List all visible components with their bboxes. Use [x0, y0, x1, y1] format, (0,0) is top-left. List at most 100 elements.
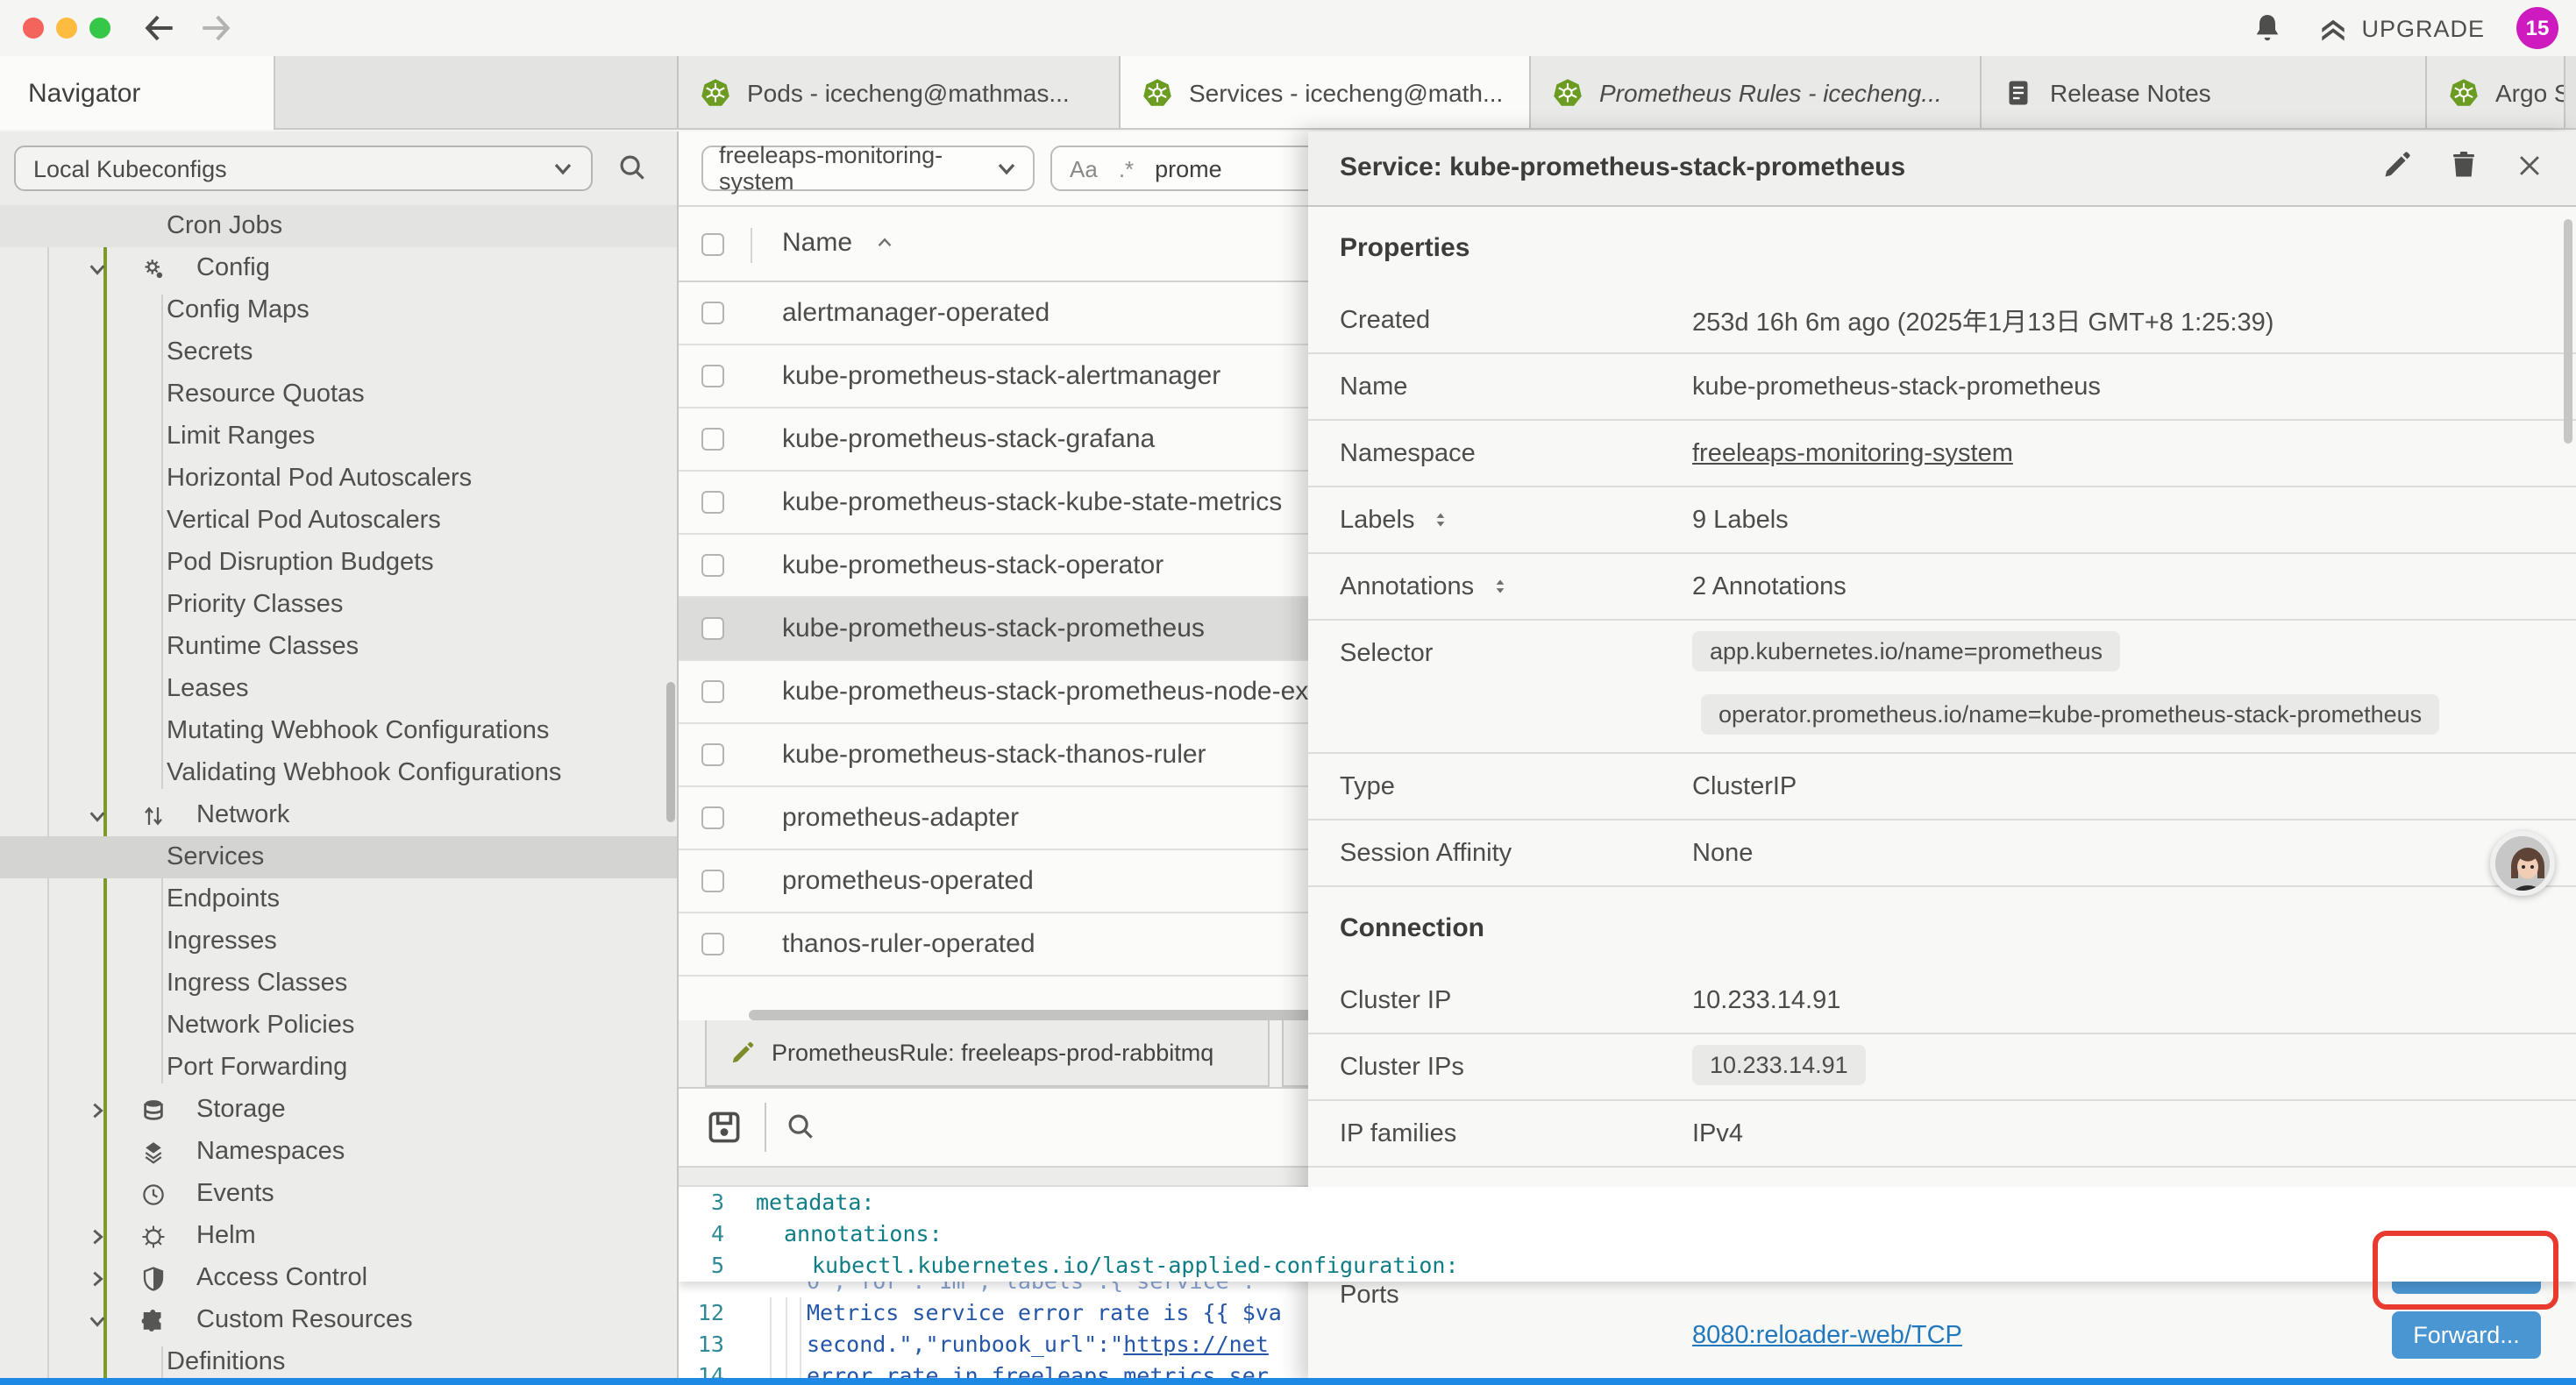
row-checkbox[interactable] [701, 302, 724, 324]
history-forward-button[interactable] [196, 9, 235, 47]
forward-button-2[interactable]: Forward... [2392, 1311, 2541, 1359]
detail-header: Service: kube-prometheus-stack-prometheu… [1308, 131, 2576, 207]
sidebar-item-label: Pod Disruption Budgets [167, 549, 434, 577]
name-column-header[interactable]: Name [782, 228, 896, 258]
kubeconfig-select[interactable]: Local Kubeconfigs [14, 146, 593, 191]
close-icon[interactable] [2515, 150, 2544, 180]
service-name: kube-prometheus-stack-kube-state-metrics [782, 487, 1282, 517]
sidebar-item-ingress-classes[interactable]: Ingress Classes [0, 962, 679, 1005]
sidebar-item-network-policies[interactable]: Network Policies [0, 1005, 679, 1047]
sidebar-item-validating-webhook-configurations[interactable]: Validating Webhook Configurations [0, 752, 679, 794]
kubeconfig-select-value: Local Kubeconfigs [33, 155, 227, 181]
sidebar-search-icon[interactable] [616, 151, 649, 184]
select-all-checkbox[interactable] [701, 233, 724, 256]
sidebar-item-port-forwarding[interactable]: Port Forwarding [0, 1047, 679, 1089]
section-heading-properties: Properties [1308, 207, 2576, 288]
row-checkbox[interactable] [701, 491, 724, 514]
edit-pencil-icon[interactable] [2381, 149, 2413, 181]
namespace-link[interactable]: freeleaps-monitoring-system [1692, 439, 2013, 467]
sort-ascending-icon [873, 231, 896, 254]
window-close-button[interactable] [23, 18, 44, 39]
sidebar-item-custom-resources[interactable]: Custom Resources [0, 1299, 679, 1341]
tab-services-icecheng-math[interactable]: Services - icecheng@math...✕ [1121, 56, 1531, 128]
sidebar-item-helm[interactable]: Helm [0, 1215, 679, 1257]
sidebar-item-events[interactable]: Events [0, 1173, 679, 1215]
sidebar-item-ingresses[interactable]: Ingresses [0, 920, 679, 962]
sidebar-item-namespaces[interactable]: Namespaces [0, 1131, 679, 1173]
service-name: prometheus-operated [782, 866, 1034, 896]
delete-trash-icon[interactable] [2448, 149, 2480, 181]
tab-pods-icecheng-mathmas[interactable]: Pods - icecheng@mathmas... [679, 56, 1121, 128]
tab-label: Pods - icecheng@mathmas... [747, 78, 1070, 106]
row-checkbox[interactable] [701, 743, 724, 766]
filter-value: prome [1155, 155, 1222, 181]
sidebar-item-limit-ranges[interactable]: Limit Ranges [0, 416, 679, 458]
detail-scrollbar[interactable] [2564, 219, 2572, 444]
code-text: kubectl.kubernetes.io/last-applied-confi… [812, 1250, 1459, 1282]
sidebar-item-leases[interactable]: Leases [0, 668, 679, 710]
sidebar-item-label: Leases [167, 675, 249, 703]
row-checkbox[interactable] [701, 933, 724, 955]
upgrade-button[interactable]: UPGRADE [2316, 11, 2485, 45]
row-checkbox[interactable] [701, 554, 724, 577]
history-back-button[interactable] [140, 9, 179, 47]
sidebar-item-resource-quotas[interactable]: Resource Quotas [0, 373, 679, 416]
save-button[interactable] [705, 1108, 744, 1147]
row-checkbox[interactable] [701, 365, 724, 387]
sidebar-item-label: Definitions [167, 1348, 285, 1376]
row-checkbox[interactable] [701, 870, 724, 892]
sidebar-item-secrets[interactable]: Secrets [0, 331, 679, 373]
chevron-right-icon[interactable] [88, 1226, 107, 1246]
sidebar-item-storage[interactable]: Storage [0, 1089, 679, 1131]
service-name: thanos-ruler-operated [782, 929, 1035, 959]
sidebar-item-cron-jobs[interactable]: Cron Jobs [0, 205, 679, 247]
regex-toggle[interactable]: .* [1119, 155, 1134, 181]
detail-value: 9 Labels [1692, 506, 1789, 534]
sort-toggle-icon[interactable] [1488, 575, 1511, 598]
sidebar-item-label: Access Control [196, 1264, 367, 1292]
sidebar-item-horizontal-pod-autoscalers[interactable]: Horizontal Pod Autoscalers [0, 458, 679, 500]
notifications-bell-icon[interactable] [2249, 11, 2284, 46]
sidebar-item-vertical-pod-autoscalers[interactable]: Vertical Pod Autoscalers [0, 500, 679, 542]
tab-navigator[interactable]: Navigator [0, 56, 275, 130]
service-name: kube-prometheus-stack-alertmanager [782, 361, 1220, 391]
sidebar-item-priority-classes[interactable]: Priority Classes [0, 584, 679, 626]
row-checkbox[interactable] [701, 680, 724, 703]
chevron-down-icon[interactable] [88, 1310, 107, 1330]
chevron-down-icon[interactable] [88, 259, 107, 278]
chevron-down-icon[interactable] [88, 806, 107, 825]
editor-search-button[interactable] [784, 1110, 817, 1143]
tab-argo-se[interactable]: Argo Se [2427, 56, 2565, 128]
chevron-right-icon[interactable] [88, 1268, 107, 1288]
window-zoom-button[interactable] [89, 18, 110, 39]
editor-tab-title: PrometheusRule: freeleaps-prod-rabbitmq [772, 1040, 1213, 1066]
sidebar-item-config[interactable]: Config [0, 247, 679, 289]
sidebar-item-services[interactable]: Services [0, 836, 679, 878]
match-case-toggle[interactable]: Aa [1070, 155, 1098, 181]
notification-count-badge[interactable]: 15 [2516, 7, 2558, 49]
sort-toggle-icon[interactable] [1428, 508, 1451, 531]
port-link-8080-reloader-web-tcp[interactable]: 8080:reloader-web/TCP [1692, 1322, 1962, 1350]
window-minimize-button[interactable] [56, 18, 77, 39]
sidebar-item-endpoints[interactable]: Endpoints [0, 878, 679, 920]
sidebar-item-pod-disruption-budgets[interactable]: Pod Disruption Budgets [0, 542, 679, 584]
sidebar-item-runtime-classes[interactable]: Runtime Classes [0, 626, 679, 668]
clock-icon [140, 1181, 167, 1207]
assistant-avatar[interactable] [2490, 831, 2555, 896]
sidebar-item-access-control[interactable]: Access Control [0, 1257, 679, 1299]
sidebar-item-mutating-webhook-configurations[interactable]: Mutating Webhook Configurations [0, 710, 679, 752]
editor-tab-prometheusrule[interactable]: PrometheusRule: freeleaps-prod-rabbitmq [705, 1020, 1270, 1087]
row-checkbox[interactable] [701, 806, 724, 829]
row-checkbox[interactable] [701, 617, 724, 640]
row-checkbox[interactable] [701, 428, 724, 451]
chevron-right-icon[interactable] [88, 1100, 107, 1119]
sidebar-item-definitions[interactable]: Definitions [0, 1341, 679, 1383]
namespace-select[interactable]: freeleaps-monitoring-system [701, 146, 1035, 191]
tab-prometheus-rules-icecheng[interactable]: Prometheus Rules - icecheng... [1531, 56, 1982, 128]
code-link[interactable]: https://net [1123, 1331, 1269, 1357]
navigator-sidebar: Local Kubeconfigs Cron JobsConfigConfig … [0, 131, 679, 1385]
sidebar-item-config-maps[interactable]: Config Maps [0, 289, 679, 331]
tab-release-notes[interactable]: Release Notes [1982, 56, 2427, 128]
detail-label: Annotations [1340, 572, 1474, 600]
sidebar-item-network[interactable]: Network [0, 794, 679, 836]
